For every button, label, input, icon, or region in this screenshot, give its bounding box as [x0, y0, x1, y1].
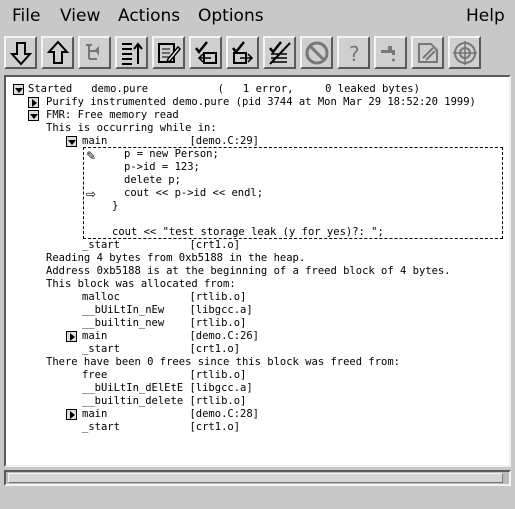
log-fmr: FMR: Free memory read — [46, 109, 179, 121]
log-occurring: This is occurring while in: — [46, 122, 217, 134]
target-icon — [452, 40, 477, 65]
menu-file[interactable]: File — [12, 6, 40, 26]
stop-button[interactable] — [300, 36, 333, 69]
stack-builtin-delete-gcc: __bUiLtIn_dElEtE [libgcc.a] — [82, 382, 253, 394]
stack-main-26: main [demo.C:26] — [82, 330, 260, 342]
collapse-button[interactable] — [41, 36, 74, 69]
log-started: Started demo.pure ( 1 error, 0 leaked by… — [28, 83, 420, 95]
unsuppress-icon — [268, 40, 291, 65]
question-icon: ? — [349, 42, 360, 66]
menu-actions[interactable]: Actions — [118, 6, 180, 26]
menu-view[interactable]: View — [60, 6, 100, 26]
target-button[interactable] — [448, 36, 481, 69]
expand-down-icon — [9, 41, 32, 65]
menu-help[interactable]: Help — [466, 6, 505, 26]
log-address: Address 0xb5188 is at the beginning of a… — [46, 265, 451, 277]
snapshot-button[interactable] — [411, 36, 444, 69]
source-line: } — [112, 200, 119, 212]
current-line-arrow-icon: ⇨ — [86, 187, 97, 201]
status-bar — [0, 489, 515, 509]
source-line: cout << "test storage leak (y for yes)?:… — [112, 226, 384, 238]
stop-icon — [305, 41, 328, 64]
stack-builtin-delete: __builtin_delete [rtlib.o] — [82, 395, 247, 407]
source-line: p = new Person; — [124, 148, 219, 160]
stack-builtin-new: __builtin_new [rtlib.o] — [82, 317, 247, 329]
tree-icon — [85, 43, 99, 60]
log-allocated: This block was allocated from: — [46, 278, 236, 290]
stack-malloc: malloc [rtlib.o] — [82, 291, 247, 303]
collapse-up-icon — [46, 40, 69, 64]
tree-button[interactable] — [78, 36, 111, 69]
stack-main-28: main [demo.C:28] — [82, 408, 260, 420]
source-line: p->id = 123; — [124, 161, 200, 173]
source-line: delete p; — [124, 174, 181, 186]
leak-button[interactable] — [374, 36, 407, 69]
log-frees: There have been 0 frees since this block… — [46, 356, 401, 368]
svg-text:?: ? — [349, 42, 360, 66]
pencil-icon: ✎ — [86, 149, 97, 163]
menu-options[interactable]: Options — [198, 6, 264, 26]
help-button[interactable]: ? — [337, 36, 370, 69]
suppress-check-icon — [194, 40, 217, 64]
collapse-triangle[interactable] — [66, 136, 77, 147]
check-export-icon — [231, 40, 253, 64]
menu-bar: File View Actions Options Help — [0, 0, 515, 32]
suppress-button[interactable] — [189, 36, 222, 69]
log-reading: Reading 4 bytes from 0xb5188 in the heap… — [46, 252, 306, 264]
unsuppress-button[interactable] — [263, 36, 296, 69]
source-line-current: cout << p->id << endl; — [124, 187, 264, 199]
stack-builtin-new-gcc: __bUiLtIn_nEw [libgcc.a] — [82, 304, 253, 316]
edit-icon — [157, 42, 181, 63]
expand-triangle[interactable] — [28, 97, 39, 108]
expand-triangle[interactable] — [66, 331, 77, 342]
scrollbar-thumb[interactable] — [8, 473, 503, 483]
stack-start: _start [crt1.o] — [82, 239, 241, 251]
collapse-triangle[interactable] — [13, 84, 24, 95]
faucet-icon — [380, 45, 395, 61]
toolbar: ? — [4, 36, 511, 70]
export-button[interactable] — [226, 36, 259, 69]
expand-button[interactable] — [4, 36, 37, 69]
stack-start: _start [crt1.o] — [82, 421, 241, 433]
stack-free: free [rtlib.o] — [82, 369, 247, 381]
sort-button[interactable] — [115, 36, 148, 69]
sort-icon — [121, 41, 143, 65]
output-pane[interactable]: Started demo.pure ( 1 error, 0 leaked by… — [4, 75, 511, 467]
stack-start: _start [crt1.o] — [82, 343, 241, 355]
expand-triangle[interactable] — [66, 409, 77, 420]
snapshot-icon — [417, 42, 438, 63]
horizontal-scrollbar[interactable] — [4, 470, 511, 486]
edit-button[interactable] — [152, 36, 185, 69]
log-instrumented: Purify instrumented demo.pure (pid 3744 … — [46, 96, 476, 108]
collapse-triangle[interactable] — [28, 110, 39, 121]
